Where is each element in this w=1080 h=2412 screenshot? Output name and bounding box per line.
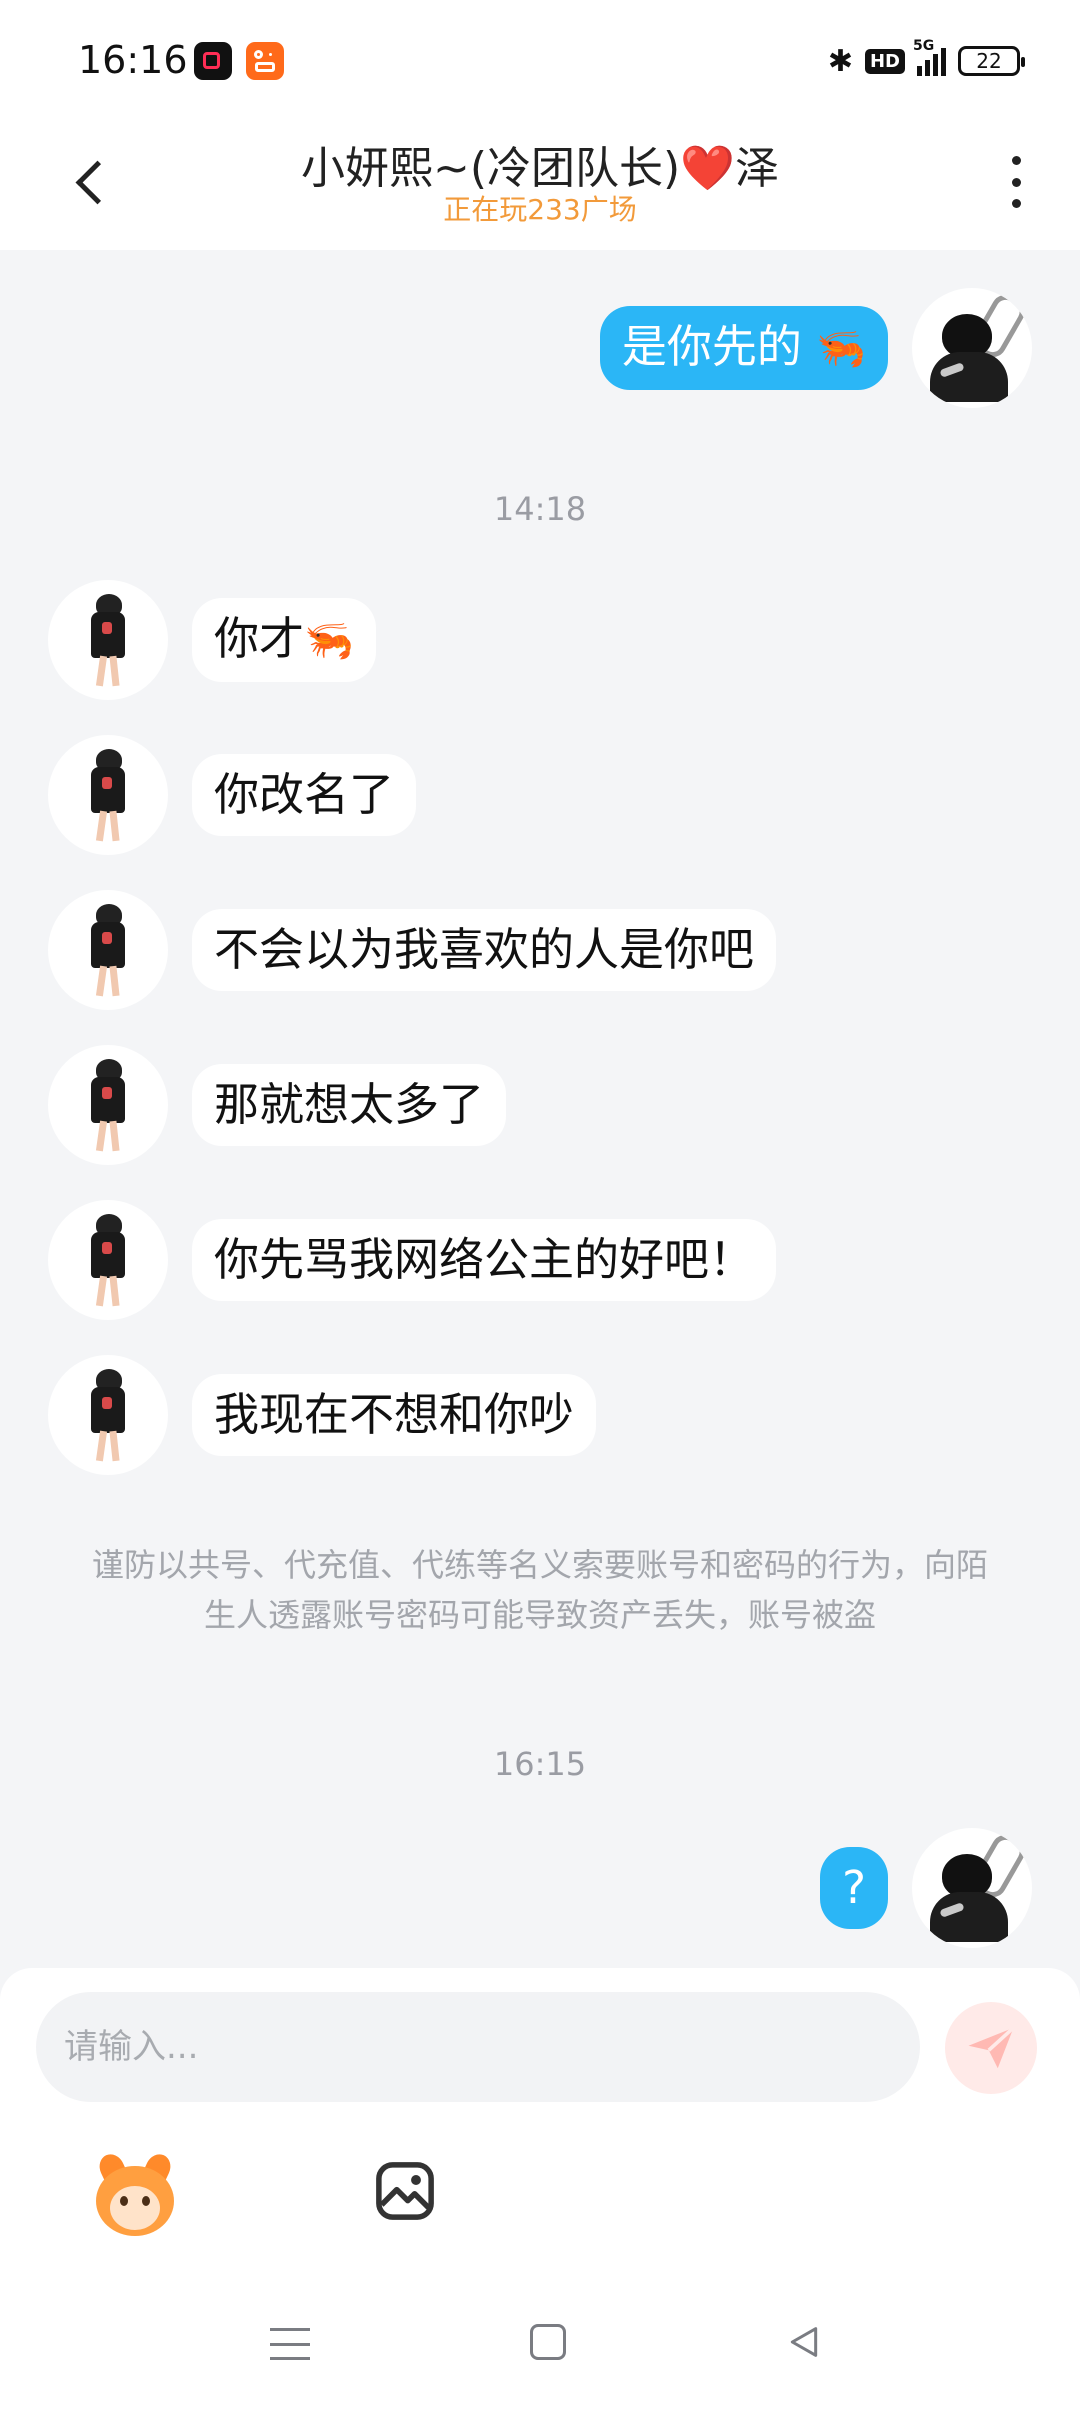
message-text: 你改名了 bbox=[214, 768, 395, 821]
message-row: 你先骂我网络公主的好吧！ bbox=[48, 1200, 777, 1320]
shrimp-emoji: 🦐 bbox=[304, 618, 354, 664]
contact-avatar[interactable] bbox=[48, 1355, 168, 1475]
battery-level: 22 bbox=[976, 49, 1002, 73]
hd-badge: HD bbox=[864, 48, 905, 74]
message-text: ? bbox=[842, 1861, 866, 1914]
message-bubble[interactable]: 不会以为我喜欢的人是你吧 bbox=[192, 909, 777, 991]
more-vertical-icon[interactable] bbox=[996, 150, 1036, 214]
contact-avatar[interactable] bbox=[48, 735, 168, 855]
back-triangle-icon[interactable] bbox=[784, 2322, 824, 2362]
message-list[interactable]: 是你先的 🦐 14:18 你才🦐 你改名了 不会以为我喜欢的人是你吧 那就想太多… bbox=[0, 250, 1080, 1970]
status-time: 16:16 bbox=[78, 38, 188, 82]
my-avatar[interactable] bbox=[912, 288, 1032, 408]
home-icon[interactable] bbox=[530, 2324, 566, 2360]
contact-avatar[interactable] bbox=[48, 1200, 168, 1320]
kuaishou-app-icon bbox=[246, 42, 284, 80]
chat-subtitle: 正在玩233广场 bbox=[443, 193, 637, 226]
system-nav-bar bbox=[0, 2290, 1080, 2412]
contact-avatar[interactable] bbox=[48, 580, 168, 700]
menu-icon[interactable] bbox=[270, 2324, 310, 2364]
chat-header: 小妍熙~(冷团队长)❤️泽 正在玩233广场 bbox=[0, 120, 1080, 250]
message-row: ? bbox=[820, 1828, 1032, 1948]
chat-title: 小妍熙~(冷团队长)❤️泽 bbox=[301, 143, 779, 194]
message-text: 是你先的 bbox=[621, 320, 802, 373]
contact-avatar[interactable] bbox=[48, 890, 168, 1010]
signal-icon: 5G bbox=[913, 38, 946, 76]
message-text: 那就想太多了 bbox=[214, 1078, 485, 1131]
bluetooth-icon: ✱ bbox=[827, 43, 853, 79]
status-bar: 16:16 ✱ HD 5G 22 bbox=[0, 0, 1080, 120]
status-indicators: ✱ HD 5G 22 bbox=[827, 38, 1025, 82]
message-bubble[interactable]: 那就想太多了 bbox=[192, 1064, 507, 1146]
contact-avatar[interactable] bbox=[48, 1045, 168, 1165]
message-row: 是你先的 🦐 bbox=[599, 288, 1032, 408]
message-row: 我现在不想和你吵 bbox=[48, 1355, 597, 1475]
gallery-icon bbox=[376, 2162, 434, 2220]
my-avatar[interactable] bbox=[912, 1828, 1032, 1948]
time-separator: 16:15 bbox=[493, 1745, 587, 1783]
message-input[interactable] bbox=[36, 1992, 920, 2102]
message-bubble[interactable]: 我现在不想和你吵 bbox=[192, 1374, 597, 1456]
emoji-icon[interactable] bbox=[90, 2150, 180, 2242]
message-bubble[interactable]: 你先骂我网络公主的好吧！ bbox=[192, 1219, 777, 1301]
message-row: 你改名了 bbox=[48, 735, 417, 855]
message-text: 不会以为我喜欢的人是你吧 bbox=[214, 923, 755, 976]
send-icon[interactable] bbox=[945, 2002, 1037, 2094]
network-label: 5G bbox=[913, 38, 935, 54]
message-row: 那就想太多了 bbox=[48, 1045, 507, 1165]
message-row: 不会以为我喜欢的人是你吧 bbox=[48, 890, 777, 1010]
video-app-icon bbox=[194, 42, 232, 80]
message-bubble[interactable]: 是你先的 🦐 bbox=[599, 306, 888, 390]
message-bubble[interactable]: ? bbox=[820, 1847, 888, 1929]
shrimp-emoji: 🦐 bbox=[816, 326, 866, 372]
message-text: 你才 bbox=[214, 612, 305, 665]
security-notice: 谨防以共号、代充值、代练等名义索要账号和密码的行为，向陌生人透露账号密码可能导致… bbox=[91, 1546, 988, 1634]
message-text: 我现在不想和你吵 bbox=[214, 1388, 575, 1441]
image-icon[interactable] bbox=[372, 2158, 438, 2224]
message-text: 你先骂我网络公主的好吧！ bbox=[214, 1233, 755, 1286]
battery-icon: 22 bbox=[958, 46, 1025, 76]
paper-plane-icon bbox=[968, 2026, 1015, 2069]
time-separator: 14:18 bbox=[493, 490, 587, 528]
message-row: 你才🦐 bbox=[48, 580, 376, 700]
message-bubble[interactable]: 你改名了 bbox=[192, 754, 417, 836]
message-bubble[interactable]: 你才🦐 bbox=[192, 598, 376, 682]
